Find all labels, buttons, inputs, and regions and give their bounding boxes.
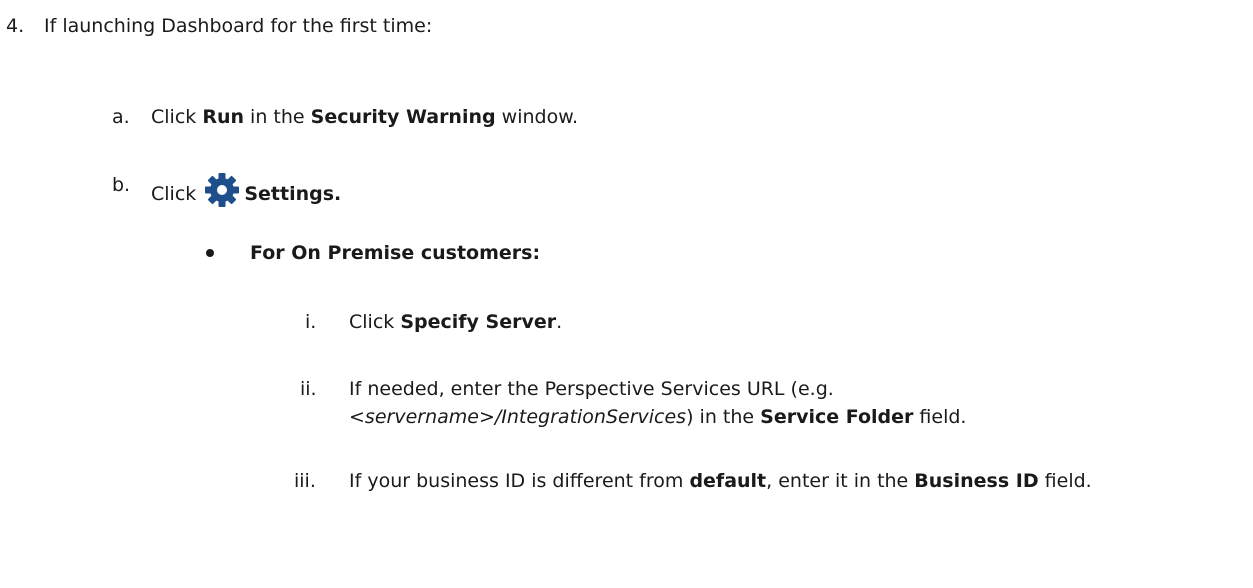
service-folder-label: Service Folder bbox=[760, 406, 914, 428]
step-iii-post: field. bbox=[1038, 470, 1092, 492]
step-i-marker: i. bbox=[305, 311, 317, 333]
bullet-dot bbox=[206, 249, 214, 257]
step-i-pre: Click bbox=[349, 311, 401, 333]
step-iii-marker: iii. bbox=[294, 470, 316, 492]
gear-icon bbox=[204, 172, 240, 208]
step-ii-line1: If needed, enter the Perspective Service… bbox=[349, 378, 834, 400]
on-premise-label: For On Premise customers: bbox=[250, 242, 541, 264]
step-ii-marker: ii. bbox=[300, 378, 317, 400]
step-a-pre: Click bbox=[151, 106, 203, 128]
step-i-text: Click Specify Server. bbox=[349, 309, 562, 335]
step-a-marker: a. bbox=[112, 106, 130, 128]
step-a-text: Click Run in the Security Warning window… bbox=[151, 104, 578, 130]
step-4-text: If launching Dashboard for the first tim… bbox=[44, 15, 433, 37]
service-url-example: <servername>/IntegrationServices bbox=[349, 406, 687, 428]
bullet-text: For On Premise customers: bbox=[250, 240, 540, 266]
step-ii-mid: ) in the bbox=[686, 406, 761, 428]
run-label: Run bbox=[202, 106, 245, 128]
step-a-mid: in the bbox=[244, 106, 311, 128]
step-a-post: window. bbox=[495, 106, 579, 128]
step-iii-mid: , enter it in the bbox=[766, 470, 915, 492]
default-label: default bbox=[689, 470, 767, 492]
step-ii-post: field. bbox=[913, 406, 967, 428]
step-ii-line2: <servername>/IntegrationServices) in the… bbox=[349, 404, 966, 430]
security-warning-label: Security Warning bbox=[310, 106, 496, 128]
step-iii-pre: If your business ID is different from bbox=[349, 470, 690, 492]
specify-server-label: Specify Server bbox=[400, 311, 557, 333]
business-id-label: Business ID bbox=[914, 470, 1039, 492]
step-4-marker: 4. bbox=[6, 15, 25, 37]
step-b-pre: Click bbox=[151, 183, 203, 205]
step-iii-text: If your business ID is different from de… bbox=[349, 468, 1092, 494]
settings-label: Settings. bbox=[244, 183, 342, 205]
step-i-post: . bbox=[556, 311, 563, 333]
step-b-marker: b. bbox=[112, 174, 131, 196]
step-b-text: Click Settings. bbox=[151, 172, 341, 208]
